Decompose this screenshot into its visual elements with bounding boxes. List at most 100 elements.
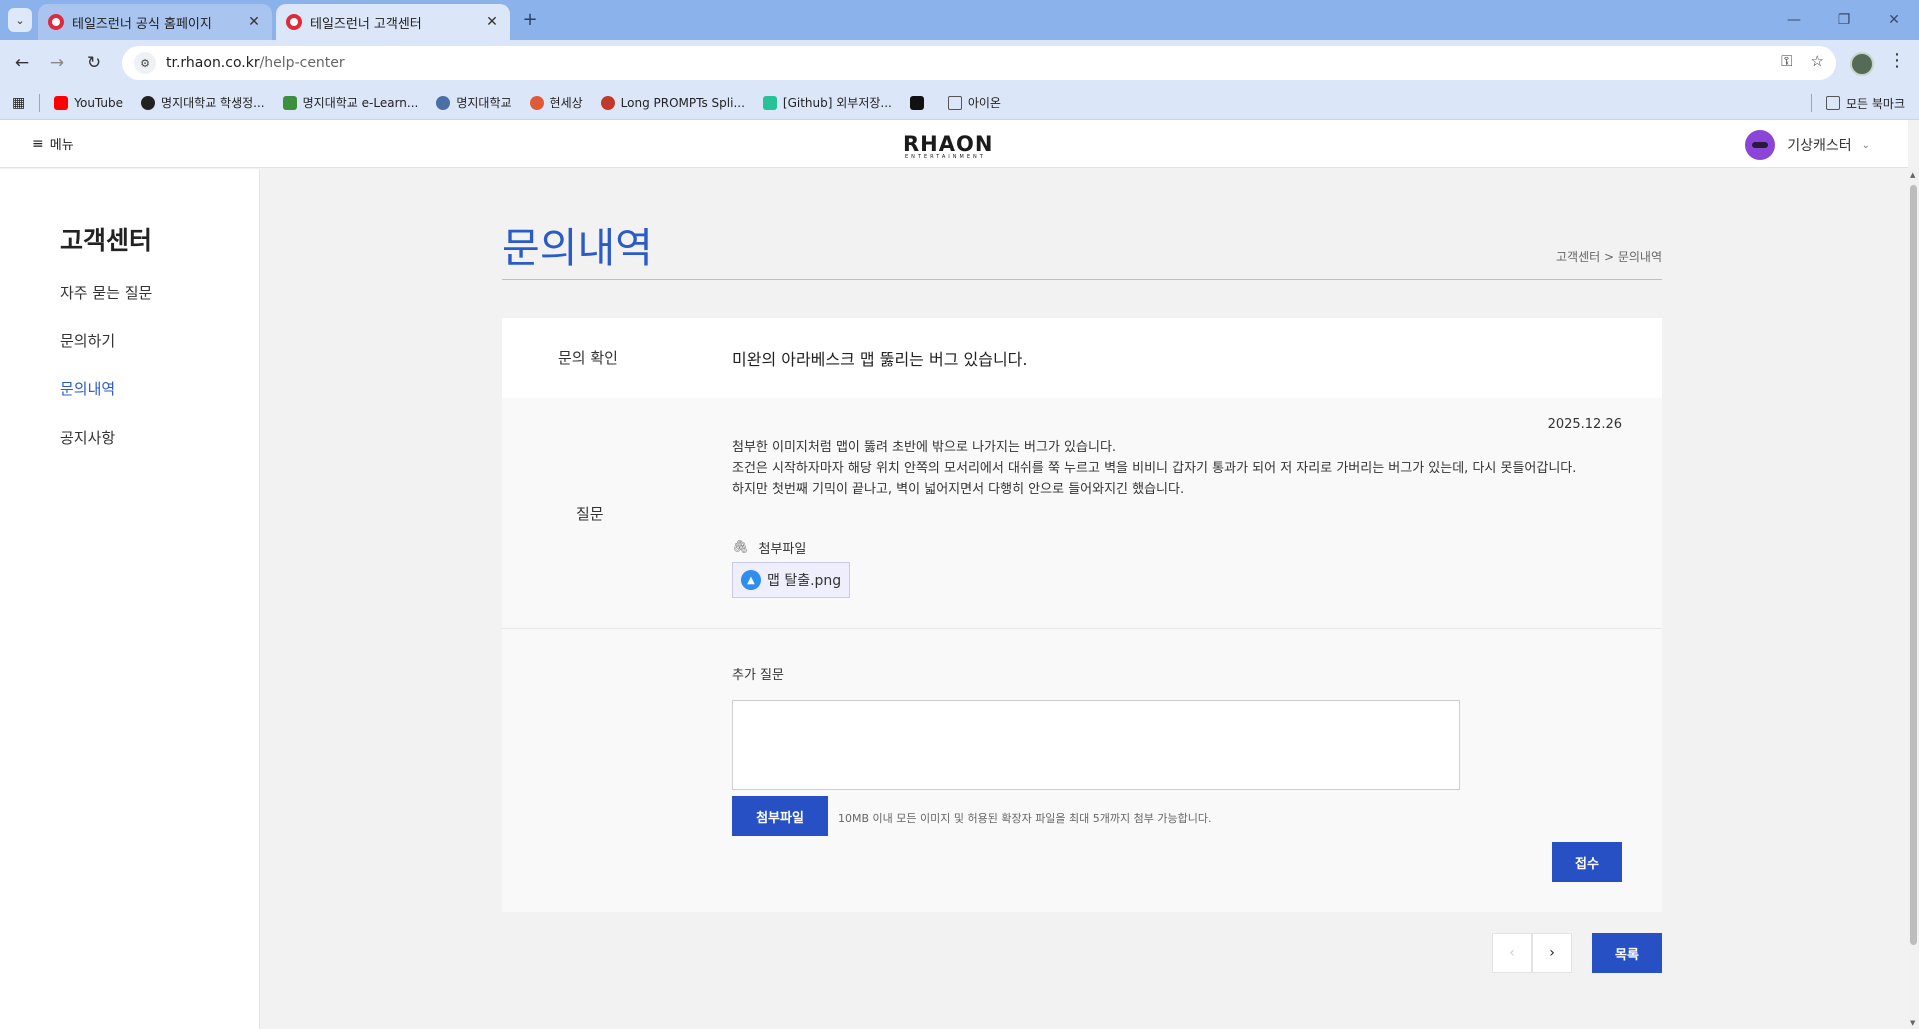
- question-label: 질문: [576, 505, 604, 523]
- all-bookmarks-folder[interactable]: 모든 북마크: [1825, 95, 1905, 112]
- logo-subtext: ENTERTAINMENT: [905, 154, 986, 160]
- window-controls: — ❐ ✕: [1769, 0, 1919, 40]
- bookmarks-bar: ▦ YouTube 명지대학교 학생정... 명지대학교 e-Learn... …: [0, 86, 1919, 120]
- mju-emblem-icon: [436, 95, 451, 110]
- inquiry-body: 첨부한 이미지처럼 맵이 뚫려 초반에 밖으로 나가지는 버그가 있습니다. 조…: [732, 437, 1576, 500]
- browser-menu-kebab-icon[interactable]: ⋮: [1888, 50, 1906, 71]
- user-avatar: [1745, 130, 1776, 160]
- user-menu[interactable]: 기상캐스터 ⌄: [1745, 130, 1870, 160]
- inquiry-body-line: 하지만 첫번째 기믹이 끝나고, 벽이 넓어지면서 다행히 안으로 들어와지긴 …: [732, 482, 1185, 497]
- minimize-icon[interactable]: —: [1769, 0, 1819, 40]
- mju-logo-icon: [141, 95, 156, 110]
- chevron-down-icon: ⌄: [1861, 139, 1870, 151]
- bookmark-mju-student[interactable]: 명지대학교 학생정...: [141, 94, 265, 111]
- logo-text: RHAON: [903, 132, 994, 156]
- password-key-icon[interactable]: ⚿: [1781, 52, 1792, 70]
- paperclip-icon: 🖇: [732, 540, 749, 555]
- bookmark-github-storage[interactable]: [Github] 외부저장...: [762, 94, 892, 111]
- attachment-file-chip[interactable]: ▲ 맵 탈출.png: [732, 562, 851, 598]
- pagination: ‹ ›: [1492, 933, 1572, 973]
- bookmark-label: 아이온: [967, 96, 1001, 110]
- attachment-file-name: 맵 탈출.png: [767, 573, 842, 589]
- scroll-down-arrow-icon[interactable]: ▼: [1910, 1019, 1915, 1027]
- bookmark-hyunsesang[interactable]: 현세상: [529, 94, 583, 111]
- subject-label: 문의 확인: [558, 349, 618, 367]
- attach-file-button[interactable]: 첨부파일: [732, 796, 828, 836]
- bookmarks-separator: [39, 93, 41, 112]
- inquiry-date: 2025.12.26: [1547, 417, 1622, 432]
- menu-label: 메뉴: [49, 138, 74, 153]
- all-bookmarks-label: 모든 북마크: [1845, 96, 1905, 111]
- next-page-button[interactable]: ›: [1532, 933, 1572, 973]
- elearning-icon: [282, 95, 297, 110]
- attachment-label: 첨부파일: [758, 542, 807, 557]
- talesrunner-favicon-icon: [286, 14, 302, 30]
- list-button[interactable]: 목록: [1592, 933, 1662, 973]
- tab-close-icon[interactable]: ✕: [246, 14, 262, 30]
- attach-hint: 10MB 이내 모든 이미지 및 허용된 확장자 파일을 최대 5개까지 첨부 …: [838, 812, 1212, 825]
- scrollbar-thumb[interactable]: [1910, 185, 1917, 945]
- forward-arrow-icon[interactable]: →: [45, 51, 69, 75]
- followup-label: 추가 질문: [732, 668, 784, 683]
- attachment-header: 🖇 첨부파일: [732, 538, 806, 557]
- browser-profile-avatar[interactable]: [1850, 52, 1874, 76]
- browser-toolbar: ← → ↻ ⚙ tr.rhaon.co.kr/help-center ⚿ ☆: [0, 40, 1919, 86]
- sidebar-item-inquire[interactable]: 문의하기: [60, 330, 115, 351]
- restore-icon[interactable]: ❐: [1819, 0, 1869, 40]
- bookmark-label: [Github] 외부저장...: [782, 96, 892, 110]
- breadcrumb: 고객센터 > 문의내역: [1555, 250, 1662, 264]
- tab-title: 테일즈런너 공식 홈페이지: [72, 16, 212, 32]
- bookmarks-separator: [1810, 94, 1812, 112]
- talesrunner-favicon-icon: [48, 14, 64, 30]
- bookmark-star-icon[interactable]: ☆: [1811, 52, 1824, 70]
- sidebar-item-notices[interactable]: 공지사항: [60, 427, 115, 448]
- rhaon-logo[interactable]: RHAON ENTERTAINMENT: [903, 132, 994, 160]
- back-arrow-icon[interactable]: ←: [10, 51, 34, 75]
- bookmark-label: 명지대학교 e-Learn...: [302, 96, 419, 110]
- bookmark-label: 명지대학교 학생정...: [161, 96, 265, 110]
- page-scrollbar[interactable]: ▲ ▼: [1908, 169, 1919, 1029]
- reload-icon[interactable]: ↻: [82, 51, 106, 75]
- followup-textarea[interactable]: [732, 700, 1460, 790]
- bookmark-youtube[interactable]: YouTube: [54, 95, 124, 110]
- prompts-icon: [600, 95, 615, 110]
- scroll-up-arrow-icon[interactable]: ▲: [1910, 171, 1915, 179]
- menu-button[interactable]: ≡ 메뉴: [32, 134, 74, 154]
- url-host: tr.rhaon.co.kr: [166, 55, 260, 71]
- inquiry-subject: 미완의 아라베스크 맵 뚫리는 버그 있습니다.: [732, 350, 1028, 369]
- bookmark-label: YouTube: [74, 95, 124, 110]
- site-header: ≡ 메뉴 RHAON ENTERTAINMENT 기상캐스터 ⌄: [0, 120, 1908, 168]
- sidebar-title: 고객센터: [60, 226, 153, 255]
- new-tab-plus-icon[interactable]: +: [520, 10, 540, 30]
- tab-close-icon[interactable]: ✕: [484, 14, 500, 30]
- username: 기상캐스터: [1787, 138, 1852, 154]
- sidebar-item-faq[interactable]: 자주 묻는 질문: [60, 282, 152, 303]
- bookmark-long-prompts[interactable]: Long PROMPTs Spli...: [600, 95, 745, 110]
- browser-tab-help-center[interactable]: 테일즈런너 고객센터 ✕: [276, 4, 510, 40]
- vuepress-icon: [762, 95, 777, 110]
- close-window-icon[interactable]: ✕: [1869, 0, 1919, 40]
- bookmark-mju[interactable]: 명지대학교: [436, 94, 512, 111]
- prev-page-button[interactable]: ‹: [1492, 933, 1532, 973]
- tab-search-chevron-icon[interactable]: ⌄: [8, 8, 32, 32]
- bookmark-label: 현세상: [549, 96, 583, 110]
- bookmark-label: Long PROMPTs Spli...: [620, 95, 745, 110]
- image-file-icon: ▲: [741, 570, 761, 590]
- bookmark-mju-elearning[interactable]: 명지대학교 e-Learn...: [282, 94, 419, 111]
- sidebar-item-inquiry-history[interactable]: 문의내역: [60, 378, 115, 399]
- page-title: 문의내역: [502, 224, 653, 272]
- inquiry-card: 문의 확인 미완의 아라베스크 맵 뚫리는 버그 있습니다. 질문 2025.1…: [502, 318, 1662, 912]
- hamburger-icon: ≡: [32, 135, 44, 152]
- folder-icon: [1825, 96, 1840, 110]
- bookmark-folder-aion[interactable]: 아이온: [947, 94, 1001, 111]
- inquiry-body-line: 첨부한 이미지처럼 맵이 뚫려 초반에 밖으로 나가지는 버그가 있습니다.: [732, 440, 1117, 455]
- bookmark-unnamed[interactable]: [909, 95, 930, 110]
- submit-button[interactable]: 접수: [1552, 842, 1622, 882]
- apps-grid-icon[interactable]: ▦: [12, 95, 25, 111]
- title-divider: [502, 279, 1662, 280]
- tab-title: 테일즈런너 고객센터: [310, 16, 422, 32]
- subject-row: 문의 확인 미완의 아라베스크 맵 뚫리는 버그 있습니다.: [502, 318, 1662, 398]
- browser-tab-homepage[interactable]: 테일즈런너 공식 홈페이지 ✕: [38, 4, 272, 40]
- address-bar[interactable]: ⚙ tr.rhaon.co.kr/help-center ⚿ ☆: [122, 46, 1836, 80]
- site-info-icon[interactable]: ⚙: [134, 52, 156, 74]
